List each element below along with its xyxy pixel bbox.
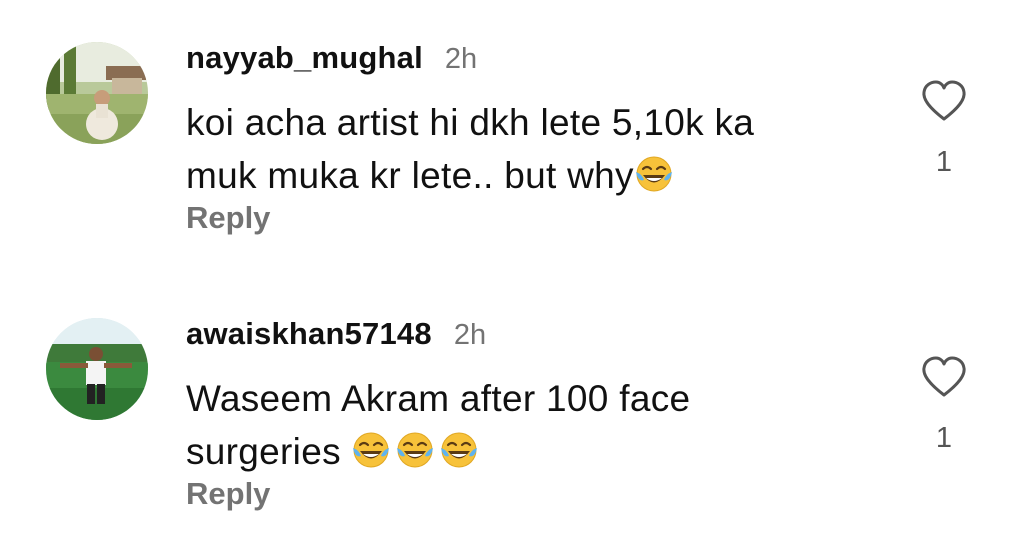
- face-with-tears-of-joy-icon: [353, 432, 390, 468]
- comment-text: Waseem Akram after 100 face surgeries: [186, 372, 826, 478]
- comment-header: nayyab_mughal 2h: [186, 40, 477, 80]
- timestamp: 2h: [444, 43, 478, 75]
- avatar-image: [46, 318, 148, 420]
- avatar-image: [46, 42, 148, 144]
- username[interactable]: nayyab_mughal: [186, 40, 423, 76]
- timestamp: 2h: [453, 319, 487, 351]
- like-count: 1: [935, 146, 953, 178]
- heart-outline-icon[interactable]: [921, 356, 967, 398]
- comment-text-line: surgeries: [186, 431, 341, 472]
- avatar[interactable]: [46, 318, 148, 420]
- comment-item: nayyab_mughal 2h koi acha artist hi dkh …: [0, 0, 1024, 270]
- face-with-tears-of-joy-icon: [635, 156, 672, 192]
- reply-button[interactable]: Reply: [186, 200, 270, 236]
- username[interactable]: awaiskhan57148: [186, 316, 432, 352]
- comment-header: awaiskhan57148 2h: [186, 316, 486, 356]
- reply-button[interactable]: Reply: [186, 476, 270, 512]
- like-control: 1: [918, 356, 970, 455]
- face-with-tears-of-joy-icon: [397, 432, 434, 468]
- avatar[interactable]: [46, 42, 148, 144]
- comment-text-line: koi acha artist hi dkh lete 5,10k ka: [186, 102, 755, 143]
- comment-text-line: Waseem Akram after 100 face: [186, 378, 691, 419]
- comment-text: koi acha artist hi dkh lete 5,10k ka muk…: [186, 96, 826, 202]
- like-control: 1: [918, 80, 970, 179]
- face-with-tears-of-joy-icon: [441, 432, 478, 468]
- heart-outline-icon[interactable]: [921, 80, 967, 122]
- comment-item: awaiskhan57148 2h Waseem Akram after 100…: [0, 276, 1024, 550]
- like-count: 1: [935, 422, 953, 454]
- comment-text-line: muk muka kr lete.. but why: [186, 155, 634, 196]
- comments-list: nayyab_mughal 2h koi acha artist hi dkh …: [0, 0, 1024, 550]
